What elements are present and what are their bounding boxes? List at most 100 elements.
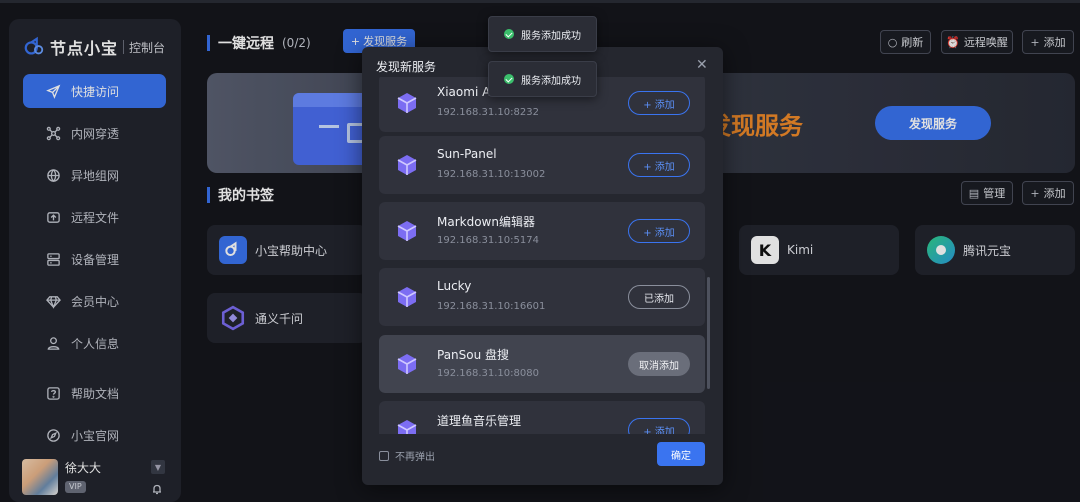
sidebar-item-remote-files[interactable]: 远程文件 xyxy=(23,200,166,234)
bookmark-label: 通义千问 xyxy=(255,311,304,326)
manage-icon: ▤ xyxy=(968,186,980,200)
sidebar-item-quick-access[interactable]: 快捷访问 xyxy=(23,74,166,108)
sidebar-item-label: 个人信息 xyxy=(71,336,120,351)
add-service-button[interactable]: + 添加 xyxy=(628,418,690,434)
manage-bookmarks-button[interactable]: ▤ 管理 xyxy=(961,181,1013,205)
banner-discover-button[interactable]: 发现服务 xyxy=(875,106,991,140)
chevron-down-icon[interactable]: ▼ xyxy=(151,460,165,474)
added-service-button[interactable]: 已添加 xyxy=(628,285,690,309)
bookmark-card[interactable]: 小宝帮助中心 xyxy=(207,225,367,275)
add-service-button[interactable]: + 添加 xyxy=(628,153,690,177)
dont-show-checkbox[interactable] xyxy=(379,450,389,461)
tongyi-icon xyxy=(219,304,247,332)
dont-show-again[interactable]: 不再弹出 xyxy=(379,448,435,463)
sidebar-item-website[interactable]: 小宝官网 xyxy=(23,418,166,452)
sidebar-item-label: 会员中心 xyxy=(71,294,120,309)
sidebar-item-help-docs[interactable]: 帮助文档 xyxy=(23,376,166,410)
cube-icon xyxy=(397,287,417,307)
remote-count: (0/2) xyxy=(282,36,311,50)
brand-subtitle: 控制台 xyxy=(129,40,166,55)
remote-wake-label: 远程唤醒 xyxy=(963,36,1008,49)
network-icon xyxy=(45,125,61,141)
remote-wake-button[interactable]: ⏰ 远程唤醒 xyxy=(941,30,1013,54)
sidebar-item-label: 小宝官网 xyxy=(71,428,120,443)
toast-message: 服务添加成功 xyxy=(521,30,581,42)
service-name: Markdown编辑器 xyxy=(437,215,535,229)
add-service-button[interactable]: + 添加 xyxy=(628,219,690,243)
top-border xyxy=(0,0,1080,3)
server-icon xyxy=(45,251,61,267)
brand[interactable]: 节点小宝 控制台 xyxy=(23,35,165,59)
help-center-icon xyxy=(219,236,247,264)
service-address: 192.168.31.10:8232 xyxy=(437,107,539,118)
brand-divider xyxy=(123,40,125,54)
yuanbao-icon xyxy=(927,236,955,264)
service-name: 道理鱼音乐管理 xyxy=(437,414,522,428)
cube-icon xyxy=(397,221,417,241)
service-name: Lucky xyxy=(437,279,472,293)
cancel-add-button[interactable]: 取消添加 xyxy=(628,352,690,376)
manage-label: 管理 xyxy=(983,187,1006,200)
add-remote-button[interactable]: + 添加 xyxy=(1022,30,1074,54)
sidebar-item-devices[interactable]: 设备管理 xyxy=(23,242,166,276)
bookmark-card[interactable]: 腾讯元宝 xyxy=(915,225,1075,275)
avatar[interactable] xyxy=(22,459,58,495)
vip-badge: VIP xyxy=(65,481,86,493)
cube-icon xyxy=(397,354,417,374)
user-icon xyxy=(45,335,61,351)
check-circle-icon xyxy=(504,74,514,84)
sidebar-item-remote-network[interactable]: 异地组网 xyxy=(23,158,166,192)
user-panel: 徐大大 VIP ▼ xyxy=(22,459,172,499)
sidebar-item-label: 远程文件 xyxy=(71,210,120,225)
title-accent-bar xyxy=(207,187,210,203)
plus-icon: + xyxy=(350,34,361,48)
bookmark-card[interactable]: K Kimi xyxy=(739,225,899,275)
plus-icon: + xyxy=(1030,186,1040,200)
refresh-icon: ○ xyxy=(887,35,898,49)
service-item[interactable]: Lucky 192.168.31.10:16601 已添加 xyxy=(379,268,705,326)
refresh-button[interactable]: ○ 刷新 xyxy=(880,30,931,54)
scrollbar[interactable] xyxy=(707,277,710,389)
compass-icon xyxy=(45,427,61,443)
check-circle-icon xyxy=(504,29,514,39)
refresh-label: 刷新 xyxy=(901,36,924,49)
upload-folder-icon xyxy=(45,209,61,225)
sidebar-item-intranet[interactable]: 内网穿透 xyxy=(23,116,166,150)
bell-icon[interactable] xyxy=(151,480,165,495)
send-icon xyxy=(45,83,61,99)
section-bookmarks-title: 我的书签 xyxy=(207,185,274,205)
cube-icon xyxy=(397,420,417,434)
sidebar-item-label: 快捷访问 xyxy=(71,84,120,99)
service-name: PanSou 盘搜 xyxy=(437,348,510,362)
sidebar-item-label: 内网穿透 xyxy=(71,126,120,141)
sidebar-item-label: 帮助文档 xyxy=(71,386,120,401)
globe-icon xyxy=(45,167,61,183)
bookmark-card[interactable]: 通义千问 xyxy=(207,293,367,343)
service-item[interactable]: 道理鱼音乐管理 + 添加 xyxy=(379,401,705,434)
help-icon xyxy=(45,385,61,401)
dont-show-label: 不再弹出 xyxy=(395,452,435,463)
plus-icon: + xyxy=(1030,35,1040,49)
success-toast: 服务添加成功 xyxy=(488,16,597,52)
service-name: Xiaomi AI xyxy=(437,85,494,99)
sidebar-item-membership[interactable]: 会员中心 xyxy=(23,284,166,318)
user-name: 徐大大 xyxy=(65,461,102,475)
service-item[interactable]: PanSou 盘搜 192.168.31.10:8080 取消添加 xyxy=(379,335,705,393)
cube-icon xyxy=(397,155,417,175)
close-icon[interactable]: ✕ xyxy=(696,57,708,73)
add-label: 添加 xyxy=(1043,36,1066,49)
confirm-button[interactable]: 确定 xyxy=(657,442,705,466)
bookmarks-title: 我的书签 xyxy=(218,188,274,204)
service-address: 192.168.31.10:5174 xyxy=(437,235,539,246)
sidebar-item-label: 设备管理 xyxy=(71,252,120,267)
bookmark-label: Kimi xyxy=(787,243,814,257)
add-service-button[interactable]: + 添加 xyxy=(628,91,690,115)
sidebar-item-label: 异地组网 xyxy=(71,168,120,183)
service-item[interactable]: Markdown编辑器 192.168.31.10:5174 + 添加 xyxy=(379,202,705,260)
service-item[interactable]: Sun-Panel 192.168.31.10:13002 + 添加 xyxy=(379,136,705,194)
add-bookmark-button[interactable]: + 添加 xyxy=(1022,181,1074,205)
cube-icon xyxy=(397,93,417,113)
service-list[interactable]: Xiaomi AI 192.168.31.10:8232 + 添加 Sun-Pa… xyxy=(362,77,723,434)
sidebar-item-profile[interactable]: 个人信息 xyxy=(23,326,166,360)
bookmark-label: 腾讯元宝 xyxy=(963,243,1012,258)
